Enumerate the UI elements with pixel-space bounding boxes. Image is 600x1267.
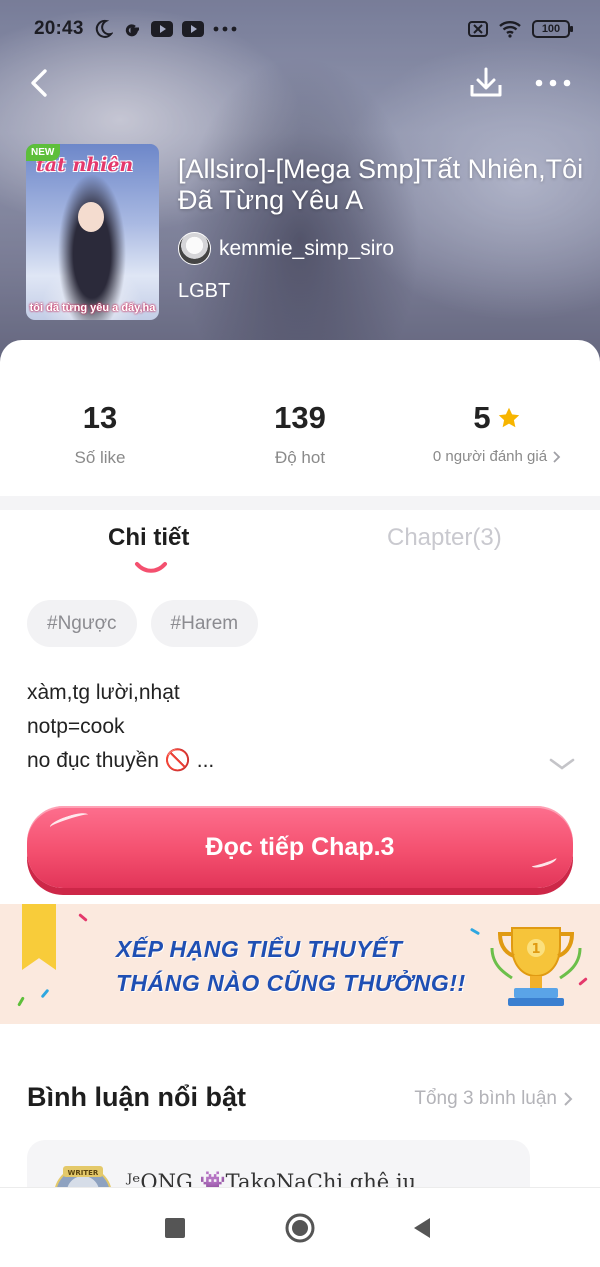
- tab-detail[interactable]: Chi tiết: [108, 524, 189, 552]
- detail-tabs: Chi tiết Chapter(3): [0, 524, 600, 580]
- chevron-left-icon: [31, 69, 47, 97]
- bookmark-ribbon-icon: [22, 904, 56, 970]
- button-shine: [530, 854, 558, 870]
- youtube-icon: [181, 21, 204, 37]
- tag-chip[interactable]: #Ngược: [27, 600, 137, 647]
- confetti-decoration: [40, 988, 50, 999]
- cover-illustration: [78, 202, 104, 232]
- circle-icon: [285, 1213, 315, 1243]
- square-icon: [165, 1218, 185, 1238]
- likes-label: Số like: [74, 448, 126, 467]
- stats-row: 13 Số like 139 Độ hot 5 0 người đánh giá: [0, 398, 600, 478]
- stat-hot: 139 Độ hot: [200, 398, 400, 468]
- wifi-icon: [498, 20, 522, 38]
- likes-count: 13: [82, 400, 118, 435]
- book-category: LGBT: [178, 280, 231, 302]
- tag-chip[interactable]: #Harem: [150, 600, 259, 647]
- more-dots-icon: [535, 79, 571, 87]
- rating-count: 0 người đánh giá: [432, 448, 548, 465]
- description-line: notp=cook: [27, 715, 125, 738]
- stat-rating[interactable]: 5 0 người đánh giá: [397, 398, 597, 465]
- stat-likes: 13 Số like: [0, 398, 200, 468]
- continue-reading-label: Đọc tiếp Chap.3: [205, 832, 395, 861]
- download-icon: [470, 67, 502, 97]
- more-dots-icon: [213, 26, 237, 32]
- expand-description-button[interactable]: [547, 754, 577, 774]
- google-icon: [122, 19, 142, 39]
- status-time: 20:43: [34, 18, 84, 39]
- chevron-right-icon: [553, 450, 561, 463]
- triangle-back-icon: [414, 1218, 430, 1238]
- ranking-banner[interactable]: XẾP HẠNG TIỂU THUYẾT THÁNG NÀO CŨNG THƯỞ…: [0, 904, 600, 1024]
- description-line: no đục thuyền 🚫 ...: [27, 749, 215, 772]
- confetti-decoration: [78, 913, 88, 922]
- confetti-decoration: [469, 927, 481, 936]
- tab-chapter[interactable]: Chapter(3): [387, 524, 502, 552]
- rating-count-label: 0 người đánh giá: [397, 448, 597, 465]
- trophy-icon: 1: [490, 927, 582, 1006]
- tag-list: #Ngược #Harem: [27, 600, 259, 647]
- home-button[interactable]: [282, 1210, 318, 1246]
- sim-icon: [468, 21, 488, 37]
- chevron-down-icon: [549, 758, 575, 770]
- author-name: kemmie_simp_siro: [219, 236, 395, 260]
- youtube-icon: [150, 21, 173, 37]
- more-options-button[interactable]: [530, 66, 576, 100]
- hot-count: 139: [274, 400, 326, 435]
- banner-text: XẾP HẠNG TIỂU THUYẾT THÁNG NÀO CŨNG THƯỞ…: [116, 932, 466, 1000]
- status-bar: 20:43 100: [0, 0, 600, 58]
- banner-line-1: XẾP HẠNG TIỂU THUYẾT: [116, 936, 403, 962]
- section-divider: [0, 496, 600, 510]
- download-button[interactable]: [466, 64, 506, 102]
- back-nav-button[interactable]: [404, 1210, 440, 1246]
- description-line: xàm,tg lười,nhạt: [27, 681, 180, 704]
- content-sheet: 13 Số like 139 Độ hot 5 0 người đánh giá…: [0, 340, 600, 1267]
- confetti-decoration: [17, 996, 25, 1007]
- continue-reading-button[interactable]: Đọc tiếp Chap.3: [27, 806, 573, 888]
- button-shine: [48, 810, 90, 832]
- trophy-label: 1: [531, 942, 540, 957]
- hot-label: Độ hot: [274, 448, 326, 467]
- back-button[interactable]: [22, 66, 56, 100]
- rating-value: 5: [397, 398, 597, 438]
- top-navigation: [0, 58, 600, 108]
- rating-number: 5: [473, 400, 491, 435]
- moon-icon: [93, 19, 113, 39]
- book-description: xàm,tg lười,nhạt notp=cook no đục thuyền…: [27, 676, 527, 778]
- new-badge: NEW: [26, 144, 61, 161]
- tab-active-indicator: [135, 562, 167, 573]
- recent-apps-button[interactable]: [157, 1210, 193, 1246]
- author-link[interactable]: kemmie_simp_siro: [178, 232, 394, 265]
- book-title: [Allsiro]-[Mega Smp]Tất Nhiên,Tôi Đã Từn…: [178, 154, 584, 215]
- system-navigation-bar: [0, 1187, 600, 1267]
- chevron-right-icon: [564, 1092, 573, 1106]
- author-avatar: [178, 232, 211, 265]
- cover-subtitle: tôi đã từng yêu a đấy,ha: [29, 302, 156, 314]
- comments-total-label: Tổng 3 bình luận: [414, 1088, 557, 1109]
- book-cover[interactable]: tất nhiên tôi đã từng yêu a đấy,ha NEW: [26, 144, 159, 320]
- star-icon: [498, 407, 519, 428]
- comments-total-link[interactable]: Tổng 3 bình luận: [414, 1088, 573, 1110]
- writer-badge-label: WRITER: [68, 1169, 99, 1177]
- banner-line-2: THÁNG NÀO CŨNG THƯỞNG!!: [116, 970, 466, 996]
- comments-header: Bình luận nổi bật Tổng 3 bình luận: [27, 1078, 573, 1118]
- comments-title: Bình luận nổi bật: [27, 1082, 246, 1112]
- battery-icon: 100: [532, 20, 573, 38]
